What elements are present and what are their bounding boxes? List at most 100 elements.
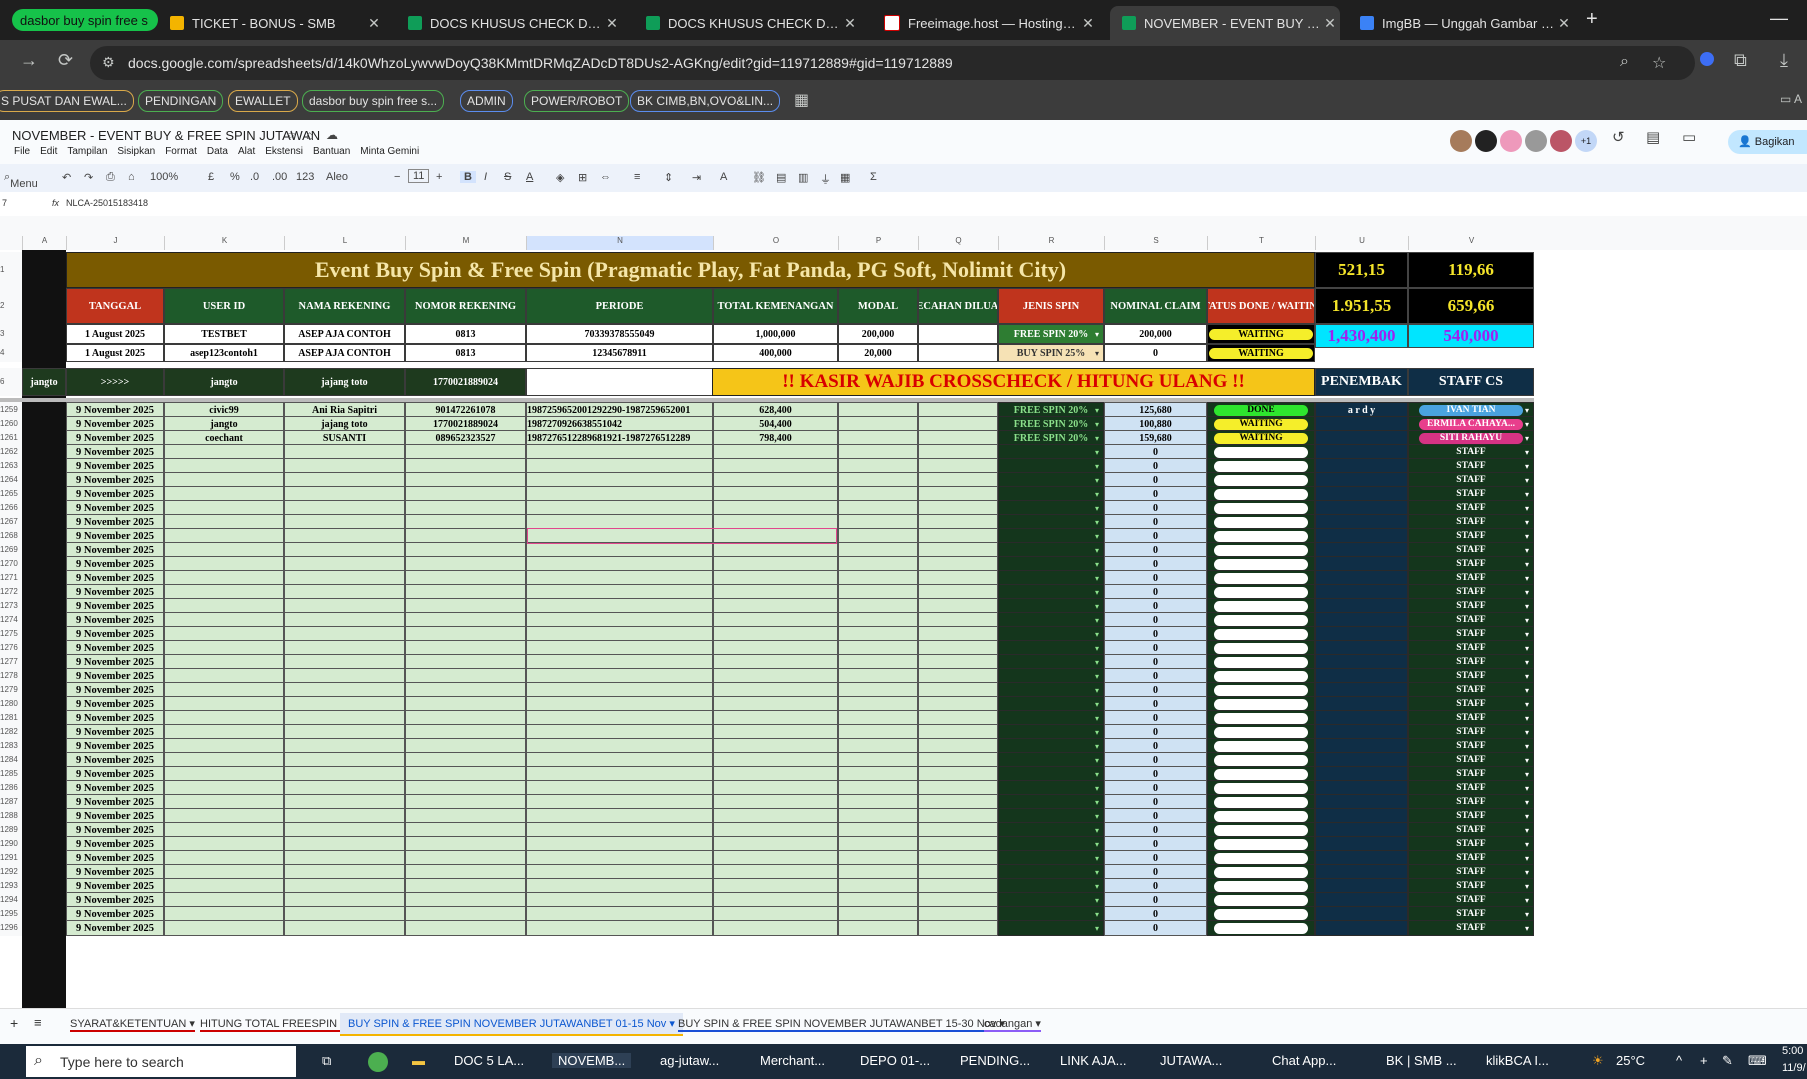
- document-title[interactable]: NOVEMBER - EVENT BUY & FREE SPIN JUTAWAN: [12, 128, 320, 143]
- close-icon[interactable]: ✕: [840, 15, 860, 32]
- dropdown-arrow-icon[interactable]: ▾: [1525, 615, 1529, 625]
- staff-pill[interactable]: STAFF: [1419, 559, 1523, 570]
- dropdown-arrow-icon[interactable]: ▾: [1525, 909, 1529, 919]
- dropdown-arrow-icon[interactable]: ▾: [1095, 601, 1099, 611]
- dropdown-arrow-icon[interactable]: ▾: [1525, 867, 1529, 877]
- column-header-cell[interactable]: PERIODE: [526, 288, 713, 324]
- functions-button[interactable]: Σ: [870, 171, 877, 183]
- dropdown-arrow-icon[interactable]: ▾: [1095, 643, 1099, 653]
- avatar[interactable]: [1550, 130, 1572, 152]
- dropdown-arrow-icon[interactable]: ▾: [1525, 503, 1529, 513]
- row-number[interactable]: 4: [0, 344, 22, 362]
- column-header-cell[interactable]: NOMINAL CLAIM: [1104, 288, 1207, 324]
- status-cell[interactable]: WAITING: [1207, 344, 1315, 362]
- staff-pill[interactable]: STAFF: [1419, 881, 1523, 892]
- strikethrough-button[interactable]: S: [504, 171, 511, 183]
- increase-decimal-button[interactable]: .00: [272, 171, 287, 183]
- stat-cell[interactable]: 119,66: [1408, 252, 1534, 288]
- menu-data[interactable]: Data: [207, 146, 228, 157]
- all-sheets-icon[interactable]: ≡: [34, 1015, 42, 1030]
- dropdown-arrow-icon[interactable]: ▾: [1095, 503, 1099, 513]
- menu-edit[interactable]: Edit: [40, 146, 57, 157]
- period-cell[interactable]: [526, 920, 713, 936]
- staff-pill[interactable]: STAFF: [1419, 573, 1523, 584]
- status-select[interactable]: [1214, 698, 1308, 710]
- dropdown-arrow-icon[interactable]: ▾: [1095, 489, 1099, 499]
- menu-tools[interactable]: Alat: [238, 146, 255, 157]
- dropdown-arrow-icon[interactable]: ▾: [1095, 867, 1099, 877]
- spin-type-select[interactable]: ▾: [998, 920, 1104, 936]
- status-select[interactable]: [1214, 838, 1308, 850]
- column-header[interactable]: R: [998, 236, 1104, 250]
- status-select[interactable]: [1214, 726, 1308, 738]
- bookmark-item[interactable]: PENDINGAN: [138, 90, 224, 112]
- menu-file[interactable]: File: [14, 146, 30, 157]
- claim-cell[interactable]: 0: [1104, 920, 1207, 936]
- menu-format[interactable]: Format: [165, 146, 197, 157]
- redo-icon[interactable]: ↷: [84, 171, 93, 184]
- status-select[interactable]: [1214, 544, 1308, 556]
- spin-type-select[interactable]: BUY SPIN 25% ▾: [998, 344, 1104, 362]
- penembak-cell[interactable]: [1315, 920, 1408, 936]
- stat-cell[interactable]: 1.951,55: [1315, 288, 1408, 324]
- status-select[interactable]: [1214, 880, 1308, 892]
- more-avatars-badge[interactable]: +1: [1575, 130, 1597, 152]
- filter-icon[interactable]: ⏚: [820, 171, 831, 187]
- paint-format-icon[interactable]: ⌂: [128, 171, 135, 183]
- taskbar-app[interactable]: klikBCA I...: [1486, 1053, 1549, 1068]
- task-view-icon[interactable]: ⧉: [322, 1053, 331, 1069]
- bold-button[interactable]: B: [460, 171, 476, 183]
- bookmark-item[interactable]: ADMIN: [460, 90, 513, 112]
- staff-pill[interactable]: STAFF: [1419, 615, 1523, 626]
- dropdown-arrow-icon[interactable]: ▾: [1095, 475, 1099, 485]
- dropdown-arrow-icon[interactable]: ▾: [1095, 545, 1099, 555]
- forward-icon[interactable]: →: [20, 50, 38, 71]
- dropdown-arrow-icon[interactable]: ▾: [1095, 755, 1099, 765]
- status-select[interactable]: [1214, 684, 1308, 696]
- dropdown-arrow-icon[interactable]: ▾: [1525, 573, 1529, 583]
- account-name-cell[interactable]: [284, 920, 405, 936]
- avatar[interactable]: [1475, 130, 1497, 152]
- account-number-cell[interactable]: [405, 920, 526, 936]
- dropdown-arrow-icon[interactable]: ▾: [1525, 517, 1529, 527]
- date-cell[interactable]: 1 August 2025: [66, 324, 164, 344]
- status-select[interactable]: WAITING: [1214, 418, 1308, 430]
- dropdown-arrow-icon[interactable]: ▾: [1525, 685, 1529, 695]
- total-win-cell[interactable]: 400,000: [713, 344, 838, 362]
- staff-pill[interactable]: STAFF: [1419, 713, 1523, 724]
- status-select[interactable]: [1214, 474, 1308, 486]
- status-select[interactable]: [1214, 768, 1308, 780]
- row6-m-cell[interactable]: 1770021889024: [405, 368, 526, 396]
- account-name-cell[interactable]: ASEP AJA CONTOH: [284, 344, 405, 362]
- profile-icon[interactable]: [1700, 52, 1714, 66]
- browser-tab[interactable]: Freeimage.host — Hosting Gam ✕: [872, 6, 1098, 40]
- dropdown-arrow-icon[interactable]: ▾: [1525, 545, 1529, 555]
- status-select[interactable]: [1214, 530, 1308, 542]
- dropdown-arrow-icon[interactable]: ▾: [1525, 489, 1529, 499]
- formula-input[interactable]: NLCA-25015183418: [66, 198, 148, 208]
- link-icon[interactable]: ⛓: [752, 171, 766, 184]
- dropdown-arrow-icon[interactable]: ▾: [1525, 895, 1529, 905]
- dropdown-arrow-icon[interactable]: ▾: [1095, 923, 1099, 933]
- dropdown-arrow-icon[interactable]: ▾: [1525, 461, 1529, 471]
- dropdown-arrow-icon[interactable]: ▾: [1525, 559, 1529, 569]
- font-size-decrease-icon[interactable]: −: [394, 171, 400, 183]
- status-select[interactable]: [1214, 894, 1308, 906]
- font-size-increase-icon[interactable]: +: [436, 171, 442, 183]
- status-select[interactable]: [1214, 922, 1308, 934]
- column-header[interactable]: N: [526, 236, 713, 250]
- status-select[interactable]: WAITING: [1208, 347, 1314, 359]
- chrome-icon[interactable]: [368, 1052, 388, 1072]
- move-icon[interactable]: ⌂: [306, 128, 313, 142]
- staff-pill[interactable]: STAFF: [1419, 895, 1523, 906]
- account-number-cell[interactable]: 0813: [405, 344, 526, 362]
- column-header[interactable]: O: [713, 236, 838, 250]
- dropdown-arrow-icon[interactable]: ▾: [1095, 433, 1099, 443]
- taskbar-app[interactable]: DEPO 01-...: [860, 1053, 930, 1068]
- dropdown-arrow-icon[interactable]: ▾: [1525, 657, 1529, 667]
- date-cell[interactable]: 9 November 2025: [66, 920, 164, 936]
- staff-select[interactable]: STAFF ▾: [1408, 920, 1534, 936]
- column-header[interactable]: A: [22, 236, 66, 250]
- dropdown-arrow-icon[interactable]: ▾: [1525, 405, 1529, 415]
- status-select[interactable]: [1214, 516, 1308, 528]
